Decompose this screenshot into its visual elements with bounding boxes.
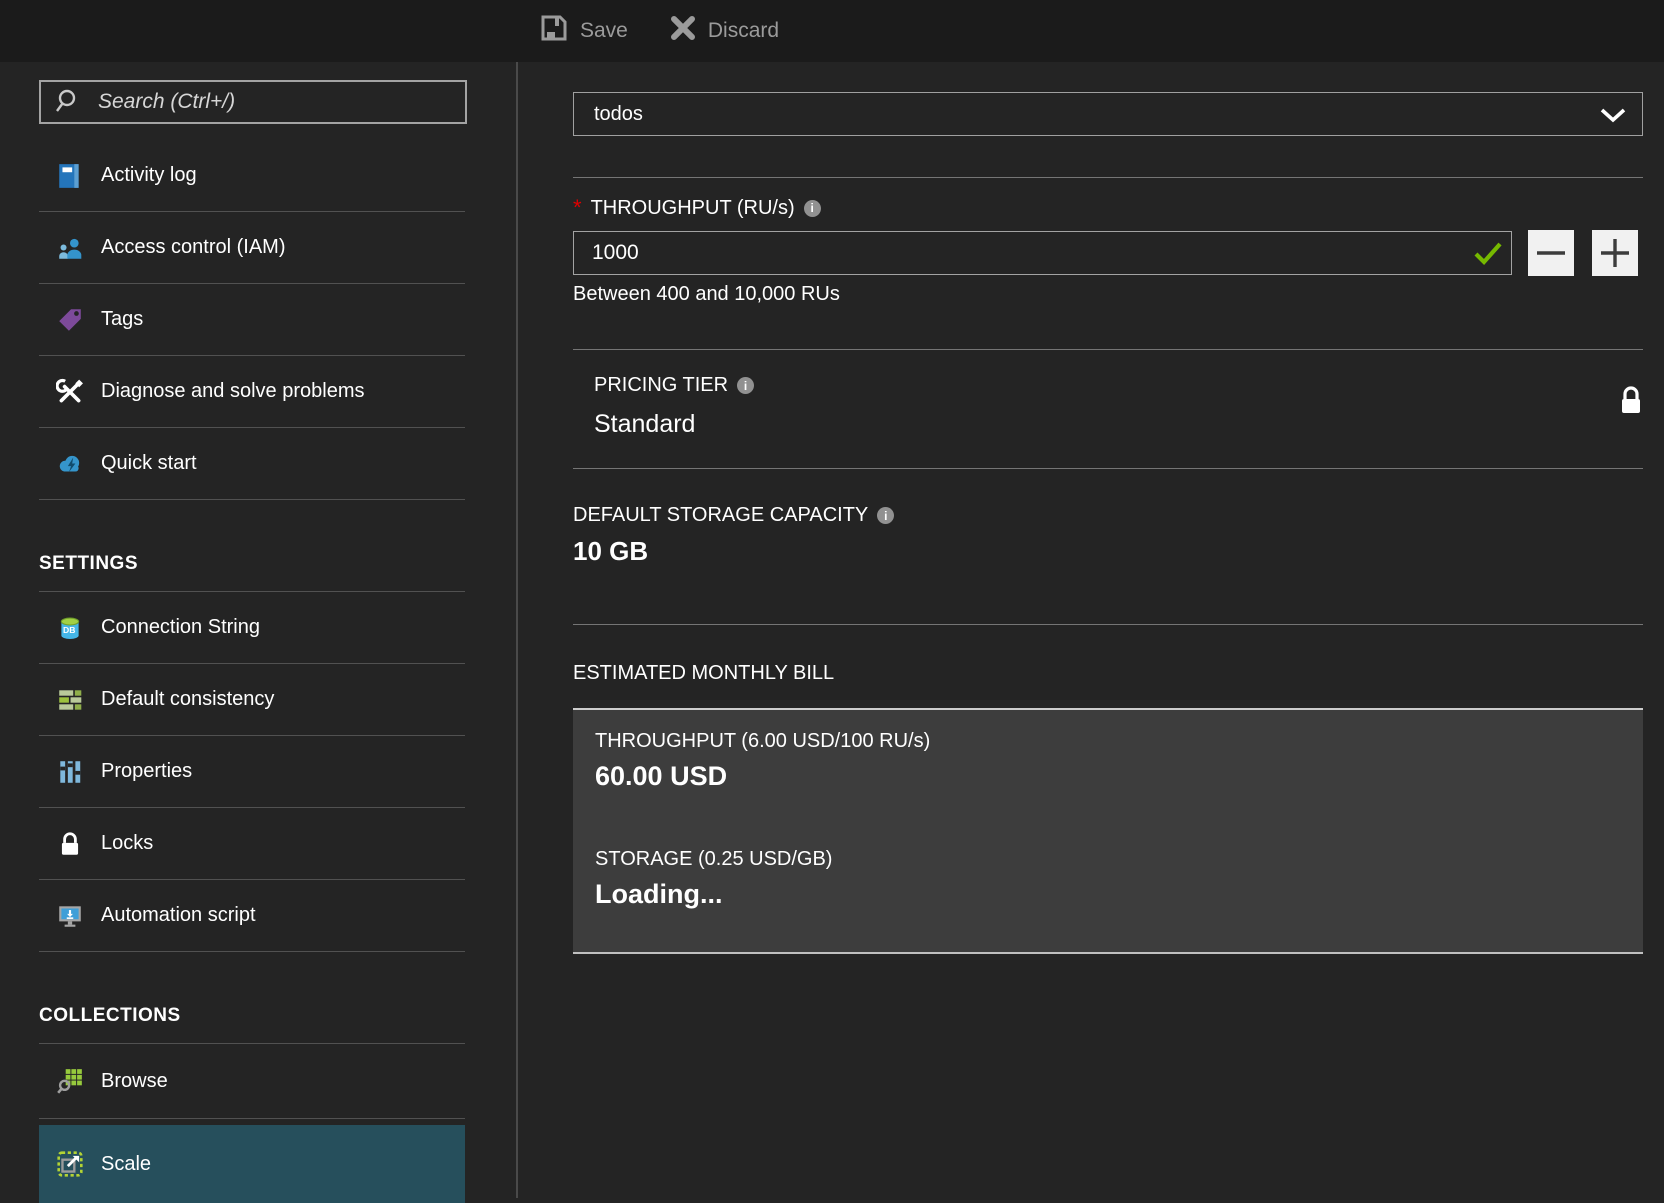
- bill-throughput-label: THROUGHPUT (6.00 USD/100 RU/s): [595, 730, 1643, 753]
- divider: [573, 349, 1643, 350]
- throughput-hint: Between 400 and 10,000 RUs: [573, 283, 840, 306]
- checkmark-icon: [1473, 242, 1503, 271]
- sidebar-item-activity-log[interactable]: Activity log: [39, 140, 465, 212]
- sidebar-item-label: Connection String: [101, 616, 260, 639]
- save-button[interactable]: Save: [538, 12, 628, 50]
- sidebar-item-browse[interactable]: Browse: [39, 1044, 465, 1119]
- divider: [573, 624, 1643, 625]
- sidebar-item-label: Properties: [101, 760, 192, 783]
- storage-capacity-label-row: DEFAULT STORAGE CAPACITY i: [573, 504, 894, 527]
- info-icon[interactable]: i: [877, 507, 894, 524]
- throughput-increment-button[interactable]: [1592, 230, 1638, 276]
- storage-capacity-label: DEFAULT STORAGE CAPACITY: [573, 504, 868, 527]
- grid-magnifier-icon: [55, 1066, 85, 1096]
- sidebar-item-label: Automation script: [101, 904, 256, 927]
- pricing-tier-value: Standard: [594, 410, 695, 439]
- tools-icon: [55, 377, 85, 407]
- chevron-down-icon: [1600, 107, 1626, 130]
- sidebar-item-locks[interactable]: Locks: [39, 808, 465, 880]
- lock-icon: [1616, 384, 1646, 427]
- sidebar-search-box[interactable]: [39, 80, 467, 124]
- sidebar-item-label: Tags: [101, 308, 143, 331]
- sidebar-section-settings: SETTINGS: [39, 500, 465, 592]
- sidebar-item-label: Default consistency: [101, 688, 274, 711]
- bill-throughput-value: 60.00 USD: [595, 761, 1643, 792]
- throughput-input-wrap: [573, 231, 1512, 275]
- sidebar-item-label: Activity log: [101, 164, 197, 187]
- sidebar-item-label: Locks: [101, 832, 153, 855]
- collection-select[interactable]: todos: [573, 92, 1643, 136]
- sidebar-item-quick-start[interactable]: Quick start: [39, 428, 465, 500]
- sidebar-item-label: Access control (IAM): [101, 236, 285, 259]
- throughput-label-row: * THROUGHPUT (RU/s) i: [573, 195, 821, 221]
- bill-panel: THROUGHPUT (6.00 USD/100 RU/s) 60.00 USD…: [573, 708, 1643, 954]
- collection-select-value: todos: [594, 103, 643, 126]
- search-input[interactable]: [96, 89, 457, 115]
- save-label: Save: [580, 19, 628, 43]
- minus-icon: [1528, 230, 1574, 276]
- pricing-tier-label-row: PRICING TIER i: [594, 374, 754, 397]
- bill-storage-label: STORAGE (0.25 USD/GB): [595, 848, 1643, 871]
- discard-label: Discard: [708, 19, 779, 43]
- save-floppy-icon: [538, 12, 570, 50]
- scale-blade: todos * THROUGHPUT (RU/s) i Between 40: [520, 62, 1664, 1198]
- sidebar-item-diagnose[interactable]: Diagnose and solve problems: [39, 356, 465, 428]
- padlock-icon: [55, 829, 85, 859]
- sidebar-item-scale[interactable]: Scale: [39, 1125, 465, 1203]
- command-bar: Save Discard: [0, 0, 1664, 62]
- sliders-icon: [55, 757, 85, 787]
- svg-text:DB: DB: [63, 624, 75, 634]
- sidebar-item-label: Scale: [101, 1153, 151, 1176]
- sidebar-item-label: Browse: [101, 1070, 168, 1093]
- plus-icon: [1592, 230, 1638, 276]
- sidebar-item-connection-string[interactable]: DB Connection String: [39, 592, 465, 664]
- divider: [573, 468, 1643, 469]
- sidebar-item-automation-script[interactable]: Automation script: [39, 880, 465, 952]
- storage-capacity-value: 10 GB: [573, 536, 648, 567]
- required-asterisk: *: [573, 195, 582, 221]
- throughput-input[interactable]: [574, 232, 1511, 274]
- info-icon[interactable]: i: [737, 377, 754, 394]
- throughput-decrement-button[interactable]: [1528, 230, 1574, 276]
- pricing-tier-label: PRICING TIER: [594, 374, 728, 397]
- tag-icon: [55, 305, 85, 335]
- throughput-label: THROUGHPUT (RU/s): [591, 197, 795, 220]
- sidebar-item-label: Diagnose and solve problems: [101, 380, 365, 403]
- sidebar-item-tags[interactable]: Tags: [39, 284, 465, 356]
- book-icon: [55, 161, 85, 191]
- sidebar-item-properties[interactable]: Properties: [39, 736, 465, 808]
- consistency-bars-icon: [55, 685, 85, 715]
- cloud-lightning-icon: [55, 449, 85, 479]
- discard-button[interactable]: Discard: [668, 13, 779, 49]
- bill-storage-value: Loading...: [595, 879, 1643, 910]
- search-icon: [54, 87, 84, 117]
- bill-header: ESTIMATED MONTHLY BILL: [573, 662, 834, 685]
- resource-menu-sidebar: Activity log Access control (IAM): [0, 62, 518, 1198]
- sidebar-item-access-control[interactable]: Access control (IAM): [39, 212, 465, 284]
- info-icon[interactable]: i: [804, 200, 821, 217]
- sidebar-section-collections: COLLECTIONS: [39, 952, 465, 1044]
- discard-x-icon: [668, 13, 698, 49]
- monitor-download-icon: [55, 901, 85, 931]
- sidebar-item-label: Quick start: [101, 452, 197, 475]
- people-icon: [55, 233, 85, 263]
- divider: [573, 177, 1643, 178]
- sidebar-item-default-consistency[interactable]: Default consistency: [39, 664, 465, 736]
- database-icon: DB: [55, 613, 85, 643]
- scale-arrow-icon: [55, 1149, 85, 1179]
